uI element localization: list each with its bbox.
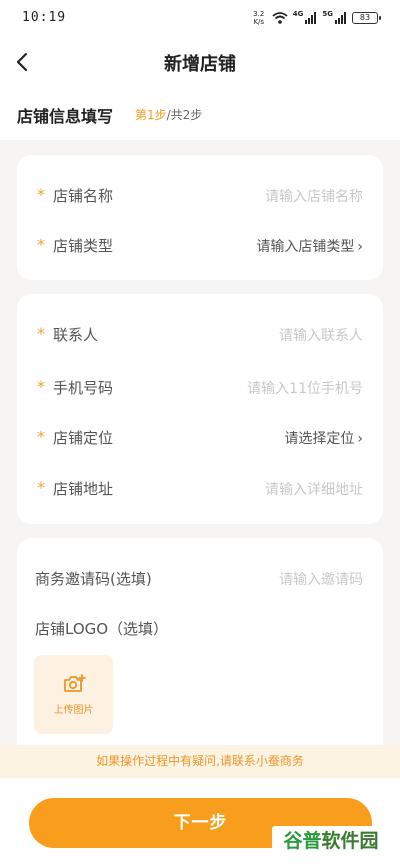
required-mark: * xyxy=(37,478,45,497)
store-name-label: 店铺名称 xyxy=(53,187,114,205)
required-mark: * xyxy=(37,377,45,396)
bottom-bar: 下一步 谷普软件园 xyxy=(0,778,400,866)
watermark-logo: 谷普软件园 xyxy=(272,826,390,856)
location-label: 店铺定位 xyxy=(53,429,114,447)
chevron-right-icon: › xyxy=(357,431,363,447)
store-type-label: 店铺类型 xyxy=(53,237,114,255)
invite-code-label: 商务邀请码(选填) xyxy=(35,570,152,588)
phone-input[interactable]: 请输入11位手机号 xyxy=(247,378,363,398)
contact-label: 联系人 xyxy=(53,326,99,344)
location-row[interactable]: * 店铺定位 请选择定位 › xyxy=(17,425,383,449)
status-icons: 3.2 K/s 4G 5G 83 xyxy=(251,8,381,28)
step-current: 第1步 xyxy=(135,108,167,122)
location-select[interactable]: 请选择定位 › xyxy=(284,428,363,448)
store-type-row[interactable]: * 店铺类型 请输入店铺类型 › xyxy=(17,233,383,257)
battery-icon: 83 xyxy=(352,12,381,24)
step-indicator: 第1步/共2步 xyxy=(135,106,202,123)
form-area: * 店铺名称 请输入店铺名称 * 店铺类型 请输入店铺类型 › * 联系人 请输入… xyxy=(0,140,400,798)
signal-label-4g: 4G xyxy=(292,10,304,18)
logo-label: 店铺LOGO（选填） xyxy=(35,620,169,638)
address-input[interactable]: 请输入详细地址 xyxy=(265,479,363,499)
address-label: 店铺地址 xyxy=(53,480,114,498)
status-time: 10:19 xyxy=(22,10,67,25)
store-name-input[interactable]: 请输入店铺名称 xyxy=(265,186,363,206)
chevron-right-icon: › xyxy=(357,239,363,255)
store-basic-card: * 店铺名称 请输入店铺名称 * 店铺类型 请输入店铺类型 › xyxy=(17,155,383,280)
wifi-icon xyxy=(272,12,288,24)
contact-row: * 联系人 请输入联系人 xyxy=(17,322,383,346)
network-speed: 3.2 K/s xyxy=(253,10,265,26)
store-type-select[interactable]: 请输入店铺类型 › xyxy=(256,236,363,256)
upload-image-button[interactable]: 上传图片 xyxy=(34,655,113,734)
signal-icon xyxy=(335,12,346,24)
signal-label-5g: 5G xyxy=(322,10,333,18)
invite-code-row: 商务邀请码(选填) 请输入邀请码 xyxy=(17,566,383,590)
phone-row: * 手机号码 请输入11位手机号 xyxy=(17,375,383,399)
required-mark: * xyxy=(37,324,45,343)
step-title: 店铺信息填写 xyxy=(17,107,114,126)
required-mark: * xyxy=(37,185,45,204)
signal-icon xyxy=(305,12,317,24)
page-title: 新增店铺 xyxy=(164,54,236,75)
camera-add-icon xyxy=(64,674,86,692)
store-name-row: * 店铺名称 请输入店铺名称 xyxy=(17,183,383,207)
step-total: /共2步 xyxy=(166,108,203,122)
required-mark: * xyxy=(37,427,45,446)
nav-bar: 新增店铺 xyxy=(0,36,400,88)
step-header: 店铺信息填写 第1步/共2步 xyxy=(0,88,400,140)
contact-input[interactable]: 请输入联系人 xyxy=(279,325,363,345)
battery-level: 83 xyxy=(359,13,371,22)
upload-image-label: 上传图片 xyxy=(53,705,94,716)
status-bar: 10:19 3.2 K/s 4G 5G 83 xyxy=(0,0,400,36)
required-mark: * xyxy=(37,235,45,254)
address-row: * 店铺地址 请输入详细地址 xyxy=(17,476,383,500)
phone-label: 手机号码 xyxy=(53,379,114,397)
invite-code-input[interactable]: 请输入邀请码 xyxy=(279,569,363,589)
help-notice: 如果操作过程中有疑问,请联系小蚕商务 xyxy=(0,745,400,778)
contact-card: * 联系人 请输入联系人 * 手机号码 请输入11位手机号 * 店铺定位 请选择… xyxy=(17,294,383,524)
logo-row: 店铺LOGO（选填） xyxy=(17,616,383,640)
